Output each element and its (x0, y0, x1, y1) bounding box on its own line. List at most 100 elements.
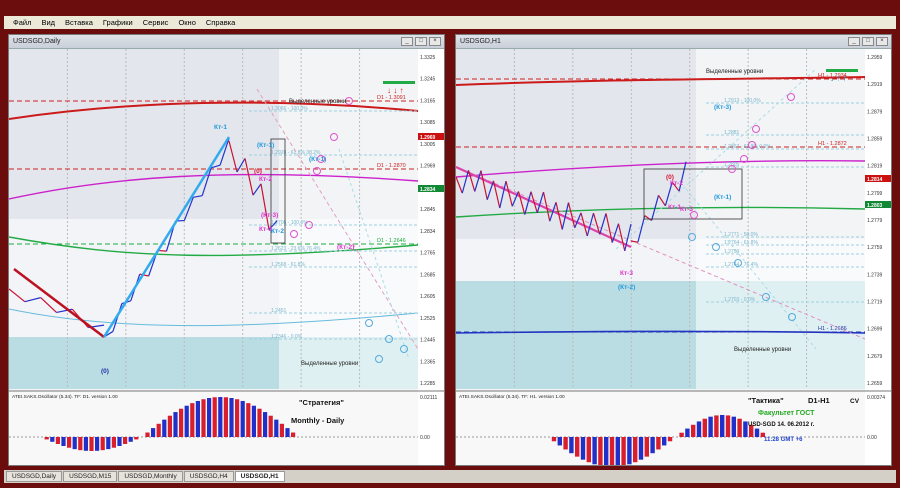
price-label: 1.2445 (420, 338, 436, 344)
chart-window-h1[interactable]: USDSGD,H1 _ □ × 1.2959 1.2919 1.2879 1.2859 1.… (455, 34, 892, 466)
chart-window-daily[interactable]: USDSGD,Daily _ □ × 1.3325 1.3245 1.3165 1.308… (8, 34, 445, 466)
level-label: H1 - 1.2872 (818, 141, 847, 147)
price-label: 1.2685 (420, 272, 436, 278)
menu-file[interactable]: Файл (8, 18, 36, 27)
osc-bar (173, 412, 178, 437)
osc-bar (702, 418, 707, 437)
tab-monthly[interactable]: USDSGD,Monthly (118, 471, 183, 482)
price-label: 1.2959 (867, 55, 883, 61)
minimize-icon[interactable]: _ (401, 37, 413, 46)
price-tag: 1.2814 (867, 177, 883, 183)
tab-h1[interactable]: USDSGD,H1 (234, 471, 285, 482)
osc-bar (667, 437, 673, 442)
price-label: 1.3085 (420, 120, 436, 126)
osc-bar (575, 437, 580, 457)
price-label: 1.3325 (420, 55, 436, 61)
price-label: 1.3165 (420, 98, 436, 104)
osc-bar (55, 437, 60, 444)
menu-help[interactable]: Справка (201, 18, 240, 27)
wave-label: (Кт-3) (714, 104, 731, 111)
chart-area-daily[interactable]: 1.33251.32451.31651.30851.30051.29691.29… (9, 49, 444, 465)
tab-m15[interactable]: USDSGD,M15 (63, 471, 118, 482)
price-label: 1.3245 (420, 77, 436, 83)
osc-axis-label: 0.00 (867, 435, 877, 441)
chart-area-h1[interactable]: 1.2959 1.2919 1.2879 1.2859 1.2819 1.2799 1.27… (456, 49, 891, 465)
menu-insert[interactable]: Вставка (60, 18, 98, 27)
window-title-bar[interactable]: USDSGD,H1 _ □ × (456, 35, 891, 49)
osc-bar (72, 437, 77, 450)
price-label: 1.3005 (420, 142, 436, 148)
minimize-icon[interactable]: _ (848, 37, 860, 46)
osc-bar (725, 415, 731, 437)
close-icon[interactable]: × (429, 37, 441, 46)
osc-bar (218, 397, 223, 437)
osc-bar (551, 437, 557, 442)
window-title: USDSGD,H1 (460, 38, 501, 45)
osc-bar (195, 400, 200, 437)
osc-bar (592, 437, 597, 465)
osc-bar (167, 415, 172, 437)
osc-bar (731, 416, 736, 437)
osc-bar (207, 398, 212, 437)
wave-label: (0) (101, 368, 109, 375)
menu-charts[interactable]: Графики (98, 18, 138, 27)
osc-bar (638, 437, 644, 460)
osc-bar (650, 437, 655, 454)
price-label: 1.2739 (867, 272, 883, 278)
title-strip (4, 2, 896, 15)
osc-bar (737, 418, 742, 437)
osc-bar (246, 403, 251, 437)
wave-label: Кт-3 (620, 270, 633, 277)
osc-axis-label: 0.00374 (867, 395, 885, 401)
osc-bar (656, 437, 661, 450)
fib-label: 1.2764 - 61.8% (724, 240, 758, 246)
osc-bar (123, 437, 128, 444)
osc-bar (212, 397, 217, 437)
tab-h4[interactable]: USDSGD,H4 (183, 471, 234, 482)
osc-bar (156, 423, 161, 437)
price-label: 1.2605 (420, 294, 436, 300)
tab-daily[interactable]: USDSGD,Daily (6, 471, 63, 482)
price-label: 1.2845 (420, 207, 436, 213)
wave-label: Кт-3 (680, 206, 693, 213)
osc-bar (285, 428, 290, 437)
level-label: H1 - 1.2686 (818, 326, 847, 332)
osc-bar (754, 428, 760, 437)
window-title-bar[interactable]: USDSGD,Daily _ □ × (9, 35, 444, 49)
price-label: 1.2799 (867, 191, 883, 197)
osc-bar (685, 428, 690, 437)
osc-bar (604, 437, 609, 465)
price-label: 1.2859 (867, 137, 883, 143)
strategy-title: "Стратегия" (299, 398, 344, 407)
price-label: 1.2779 (867, 218, 883, 224)
price-label: 1.2525 (420, 316, 436, 322)
osc-bar (95, 437, 100, 451)
fib-label: 1.2771 - 50.0% (724, 232, 758, 238)
wave-label: (Кт-2) (337, 244, 354, 251)
tactic-title: "Тактика" (748, 396, 784, 405)
price-label: 1.2659 (867, 381, 883, 387)
menu-tools[interactable]: Сервис (138, 18, 174, 27)
maximize-icon[interactable]: □ (415, 37, 427, 46)
osc-bar (251, 405, 256, 437)
wave-label: (Кт-2) (618, 284, 635, 291)
menu-bar: Файл Вид Вставка Графики Сервис Окно Спр… (4, 16, 896, 29)
fib-label: 1.2703 - 0.0% (724, 297, 756, 303)
fib-label: 1.3066 - 100.0% (271, 106, 308, 112)
wave-label: (Кт-1) (257, 142, 274, 149)
osc-bar (257, 408, 262, 437)
close-icon[interactable]: × (876, 37, 888, 46)
osc-bar (598, 437, 603, 465)
level-label: D1 - 1.3091 (377, 95, 406, 101)
strategy-subtitle: Monthly - Daily (291, 416, 345, 425)
price-tag: 1.2834 (420, 187, 436, 193)
osc-bar (627, 437, 632, 465)
time-label: 11:28 GMT +6 (764, 437, 803, 443)
menu-window[interactable]: Окно (173, 18, 200, 27)
level-label: D1 - 1.2646 (377, 238, 406, 244)
menu-view[interactable]: Вид (36, 18, 60, 27)
price-axis (418, 49, 444, 465)
osc-bar (743, 421, 748, 437)
price-label: 1.2679 (867, 354, 883, 360)
maximize-icon[interactable]: □ (862, 37, 874, 46)
